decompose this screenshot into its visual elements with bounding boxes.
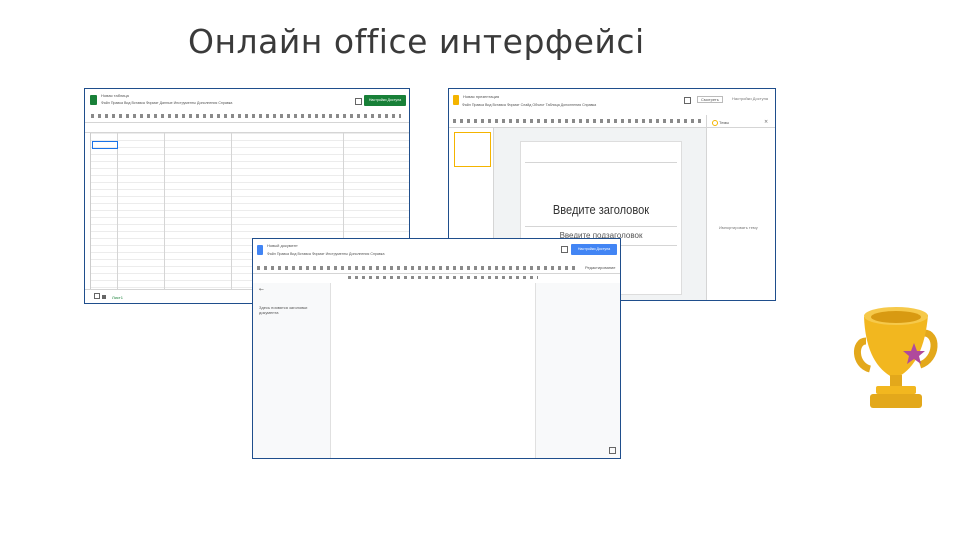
docs-edit-mode[interactable]: Редактирование xyxy=(585,265,615,270)
slides-comments-icon[interactable] xyxy=(684,97,691,104)
docs-doc-title[interactable]: Новый документ xyxy=(267,243,298,248)
slides-access-button[interactable]: Настройки Доступа xyxy=(732,96,768,101)
docs-toolbar[interactable] xyxy=(257,266,577,270)
docs-ruler[interactable] xyxy=(348,276,538,279)
import-theme-link[interactable]: Импортировать тему xyxy=(719,225,758,230)
trophy-icon xyxy=(854,307,938,408)
docs-menu[interactable]: Файл Правка Вид Вставка Формат Инструмен… xyxy=(267,252,384,256)
docs-logo-icon xyxy=(257,245,263,255)
docs-access-button[interactable]: Настройки Доступа xyxy=(571,244,617,255)
docs-comments-icon[interactable] xyxy=(561,246,568,253)
slide-title-placeholder[interactable]: Введите заголовок xyxy=(533,202,669,217)
sheets-selected-cell[interactable] xyxy=(92,141,118,149)
slides-present-button[interactable]: Смотреть xyxy=(697,96,723,103)
docs-page[interactable] xyxy=(330,283,536,458)
sheets-access-button[interactable]: Настройки Доступа xyxy=(364,95,406,106)
sheets-logo-icon xyxy=(90,95,97,105)
sheets-comments-icon[interactable] xyxy=(355,98,362,105)
sheets-toolbar[interactable] xyxy=(91,114,401,118)
slide-title: Онлайн office интерфейсі xyxy=(188,22,645,61)
docs-outline-text: Здесь появятся заголовки документа xyxy=(259,305,308,315)
slides-filmstrip-thumb[interactable] xyxy=(454,132,491,167)
sheets-tab[interactable]: Лист1 xyxy=(112,295,123,300)
slides-toolbar[interactable] xyxy=(453,119,703,123)
docs-screenshot: Новый документ Файл Правка Вид Вставка Ф… xyxy=(252,238,621,459)
slides-doc-title[interactable]: Новая презентация xyxy=(463,94,499,99)
slides-logo-icon xyxy=(453,95,459,105)
docs-back-icon[interactable]: ← xyxy=(259,287,264,293)
sheets-list-icon[interactable] xyxy=(102,295,106,299)
slides-menu[interactable]: Файл Правка Вид Вставка Формат Слайд Объ… xyxy=(462,103,596,107)
sheets-doc-title[interactable]: Новая таблица xyxy=(101,93,129,98)
docs-page-area: ← Здесь появятся заголовки документа xyxy=(253,283,620,458)
themes-icon xyxy=(712,120,718,126)
sheets-add-sheet-icon[interactable] xyxy=(94,293,100,299)
themes-panel-title: Темы xyxy=(719,120,730,125)
docs-explore-icon[interactable] xyxy=(609,447,616,454)
sheets-menu[interactable]: Файл Правка Вид Вставка Формат Данные Ин… xyxy=(101,101,232,105)
themes-close-icon[interactable]: × xyxy=(764,120,768,125)
